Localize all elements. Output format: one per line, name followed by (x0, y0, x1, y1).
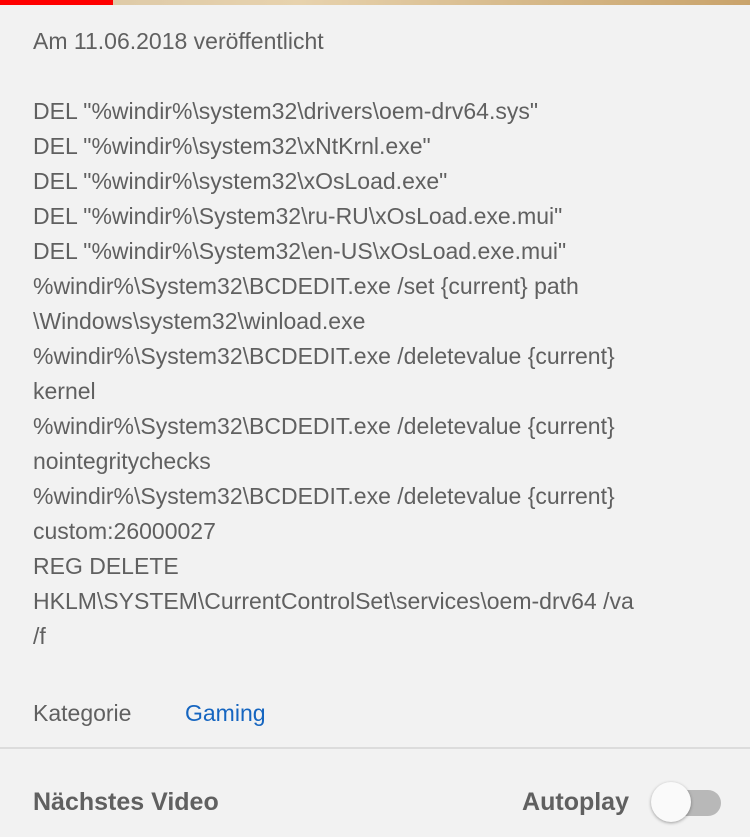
category-row: Kategorie Gaming (33, 696, 266, 731)
category-label: Kategorie (33, 700, 132, 726)
description-line: DEL "%windir%\System32\ru-RU\xOsLoad.exe… (33, 203, 563, 229)
publish-date: Am 11.06.2018 veröffentlicht (33, 28, 324, 54)
description-line: HKLM\SYSTEM\CurrentControlSet\services\o… (33, 588, 634, 614)
description-line: DEL "%windir%\system32\xOsLoad.exe" (33, 168, 448, 194)
autoplay-label: Autoplay (522, 787, 629, 816)
video-thumbnail-strip (0, 0, 750, 5)
description-line: custom:26000027 (33, 518, 216, 544)
playback-progress-bar[interactable] (0, 0, 113, 5)
description-line: DEL "%windir%\system32\xNtKrnl.exe" (33, 133, 431, 159)
description-text: DEL "%windir%\system32\drivers\oem-drv64… (33, 94, 723, 654)
description-line: DEL "%windir%\system32\drivers\oem-drv64… (33, 98, 539, 124)
section-divider (0, 747, 750, 749)
autoplay-toggle-thumb[interactable] (651, 782, 691, 822)
up-next-header: Nächstes Video Autoplay (33, 782, 723, 822)
description-line: %windir%\System32\BCDEDIT.exe /deleteval… (33, 343, 615, 369)
description-line: nointegritychecks (33, 448, 211, 474)
description-line: /f (33, 623, 46, 649)
description-line: kernel (33, 378, 96, 404)
description-line: %windir%\System32\BCDEDIT.exe /set {curr… (33, 273, 579, 299)
up-next-title: Nächstes Video (33, 787, 219, 816)
description-line: REG DELETE (33, 553, 179, 579)
description-line: %windir%\System32\BCDEDIT.exe /deleteval… (33, 483, 615, 509)
category-link-gaming[interactable]: Gaming (185, 700, 266, 727)
autoplay-toggle[interactable] (651, 782, 723, 822)
video-description-panel: Am 11.06.2018 veröffentlicht DEL "%windi… (33, 24, 723, 654)
description-line: DEL "%windir%\System32\en-US\xOsLoad.exe… (33, 238, 567, 264)
description-line: \Windows\system32\winload.exe (33, 308, 366, 334)
description-line: %windir%\System32\BCDEDIT.exe /deleteval… (33, 413, 615, 439)
